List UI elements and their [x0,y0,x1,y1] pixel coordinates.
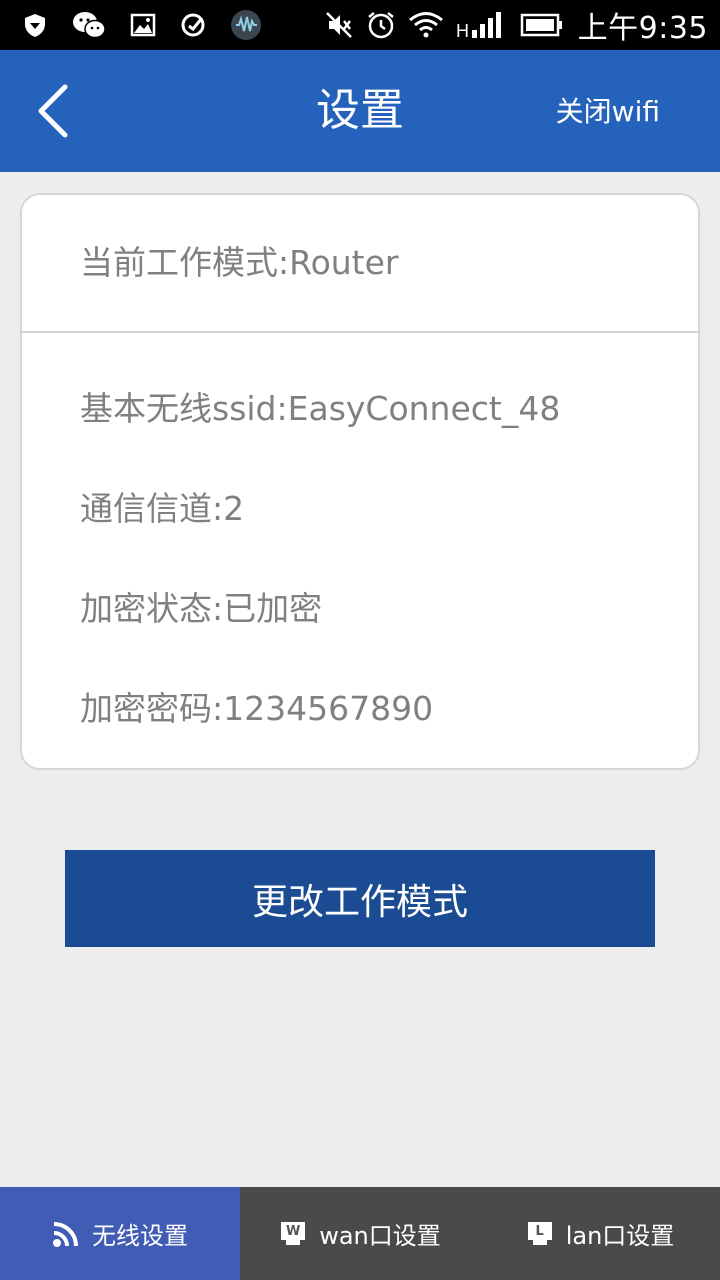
tab-wan-settings[interactable]: W wan口设置 [240,1187,480,1280]
status-time: 上午9:35 [577,11,708,46]
status-left [22,9,286,41]
network-type-label: H [456,21,469,40]
alarm-icon [366,10,396,40]
tab-wan-label: wan口设置 [319,1222,441,1250]
shield-icon [22,12,48,38]
check-circle-icon [180,12,206,38]
work-mode-row: 当前工作模式:Router [22,195,698,333]
lan-port-icon: L [526,1220,554,1248]
wifi-icon [408,11,444,39]
tab-wireless-settings[interactable]: 无线设置 [0,1187,240,1280]
wireless-info: 基本无线ssid:EasyConnect_48 通信信道:2 加密状态:已加密 … [22,333,698,729]
encryption-status-text: 加密状态:已加密 [80,589,323,628]
wan-port-letter: W [286,1223,301,1239]
work-mode-text: 当前工作模式:Router [80,243,399,282]
wechat-icon [72,11,106,39]
ssid-text: 基本无线ssid:EasyConnect_48 [80,389,561,428]
wireless-icon [52,1220,80,1248]
status-bar: H 上午9:35 [0,0,720,50]
audio-app-icon [230,9,262,41]
mute-icon [324,10,354,40]
lan-port-letter: L [535,1223,544,1239]
tab-wireless-label: 无线设置 [92,1222,188,1250]
wan-port-icon: W [279,1220,307,1248]
action-bar: 设置 关闭wifi [0,50,720,172]
change-work-mode-button[interactable]: 更改工作模式 [65,850,655,947]
info-card: 当前工作模式:Router 基本无线ssid:EasyConnect_48 通信… [20,193,700,770]
battery-icon [520,13,564,37]
tab-lan-label: lan口设置 [565,1222,675,1250]
tab-lan-settings[interactable]: L lan口设置 [480,1187,720,1280]
close-wifi-button[interactable]: 关闭wifi [556,92,660,132]
status-right: H 上午9:35 [312,3,708,47]
image-icon [130,13,156,37]
bottom-tab-bar: 无线设置 W wan口设置 L lan口设置 [0,1187,720,1280]
password-text: 加密密码:1234567890 [80,689,434,728]
signal-icon: H [456,10,508,40]
channel-text: 通信信道:2 [80,489,245,528]
